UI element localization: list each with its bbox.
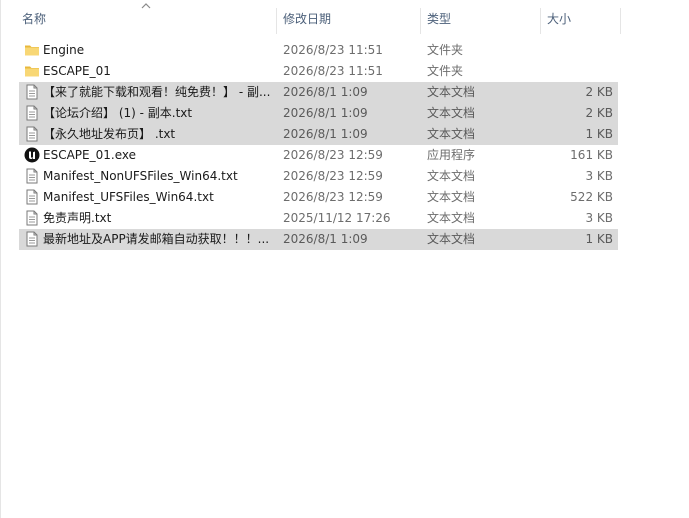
file-type: 文本文档: [427, 85, 476, 99]
file-modified-date: 2026/8/23 11:51: [283, 64, 383, 78]
file-modified-date: 2026/8/23 12:59: [283, 190, 383, 204]
file-modified-date: 2026/8/23 12:59: [283, 148, 383, 162]
file-explorer-pane: 名称 修改日期 类型 大小 Engine 2026/8/23 11:51 文件夹 ES…: [0, 0, 689, 518]
file-name: Engine: [43, 43, 85, 57]
file-modified-date: 2026/8/1 1:09: [283, 106, 368, 120]
text-file-icon: [24, 210, 40, 226]
file-size: [539, 61, 613, 82]
file-name: 免责声明.txt: [43, 211, 112, 225]
file-modified-date: 2026/8/1 1:09: [283, 127, 368, 141]
file-row[interactable]: ESCAPE_01.exe 2026/8/23 12:59 应用程序 161 KB: [19, 145, 618, 166]
file-row[interactable]: Engine 2026/8/23 11:51 文件夹: [19, 40, 618, 61]
column-divider[interactable]: [620, 8, 621, 34]
file-size: 2 KB: [585, 85, 613, 99]
file-name: 最新地址及APP请发邮箱自动获取！！！...: [43, 232, 270, 246]
file-modified-date: 2026/8/1 1:09: [283, 232, 368, 246]
file-type: 文本文档: [427, 190, 476, 204]
folder-icon: [24, 63, 40, 79]
column-divider[interactable]: [276, 8, 277, 34]
column-header-date[interactable]: 修改日期: [278, 0, 420, 34]
file-type: 文本文档: [427, 106, 476, 120]
file-row[interactable]: ESCAPE_01 2026/8/23 11:51 文件夹: [19, 61, 618, 82]
file-type: 文本文档: [427, 127, 476, 141]
file-modified-date: 2026/8/23 11:51: [283, 43, 383, 57]
file-type: 文件夹: [427, 43, 464, 57]
file-row[interactable]: 【论坛介绍】 (1) - 副本.txt 2026/8/1 1:09 文本文档 2 KB: [19, 103, 618, 124]
column-header-name[interactable]: 名称: [17, 0, 276, 34]
text-file-icon: [24, 105, 40, 121]
file-name: Manifest_NonUFSFiles_Win64.txt: [43, 169, 238, 183]
text-file-icon: [24, 126, 40, 142]
file-row[interactable]: Manifest_NonUFSFiles_Win64.txt 2026/8/23 …: [19, 166, 618, 187]
pane-left-border: [0, 0, 1, 518]
column-header-type[interactable]: 类型: [422, 0, 540, 34]
file-row[interactable]: 最新地址及APP请发邮箱自动获取！！！... 2026/8/1 1:09 文本文档 1…: [19, 229, 618, 250]
file-modified-date: 2025/11/12 17:26: [283, 211, 391, 225]
file-name: ESCAPE_01.exe: [43, 148, 136, 162]
text-file-icon: [24, 189, 40, 205]
file-type: 文本文档: [427, 169, 476, 183]
text-file-icon: [24, 231, 40, 247]
text-file-icon: [24, 168, 40, 184]
file-row[interactable]: Manifest_UFSFiles_Win64.txt 2026/8/23 12:…: [19, 187, 618, 208]
column-header-size[interactable]: 大小: [542, 0, 620, 34]
file-name: Manifest_UFSFiles_Win64.txt: [43, 190, 214, 204]
file-size: 3 KB: [585, 169, 613, 183]
unreal-engine-icon: [24, 147, 40, 163]
text-file-icon: [24, 84, 40, 100]
file-modified-date: 2026/8/23 12:59: [283, 169, 383, 183]
file-type: 文本文档: [427, 211, 476, 225]
file-type: 文本文档: [427, 232, 476, 246]
file-modified-date: 2026/8/1 1:09: [283, 85, 368, 99]
file-name: ESCAPE_01: [43, 64, 111, 78]
file-size: 2 KB: [585, 106, 613, 120]
file-size: 3 KB: [585, 211, 613, 225]
file-row[interactable]: 【永久地址发布页】 .txt 2026/8/1 1:09 文本文档 1 KB: [19, 124, 618, 145]
file-type: 文件夹: [427, 64, 464, 78]
file-row[interactable]: 免责声明.txt 2025/11/12 17:26 文本文档 3 KB: [19, 208, 618, 229]
column-divider[interactable]: [540, 8, 541, 34]
file-row[interactable]: 【来了就能下载和观看！纯免费！】 - 副... 2026/8/1 1:09 文本文档…: [19, 82, 618, 103]
file-name: 【论坛介绍】 (1) - 副本.txt: [43, 106, 193, 120]
file-size: 161 KB: [570, 148, 613, 162]
column-header-bar: 名称 修改日期 类型 大小: [0, 0, 621, 34]
file-size: 522 KB: [570, 190, 613, 204]
file-size: 1 KB: [585, 127, 613, 141]
file-type: 应用程序: [427, 148, 476, 162]
file-name: 【永久地址发布页】 .txt: [43, 127, 176, 141]
column-divider[interactable]: [420, 8, 421, 34]
file-size: [539, 40, 613, 61]
file-size: 1 KB: [585, 232, 613, 246]
file-name: 【来了就能下载和观看！纯免费！】 - 副...: [43, 85, 271, 99]
folder-icon: [24, 42, 40, 58]
